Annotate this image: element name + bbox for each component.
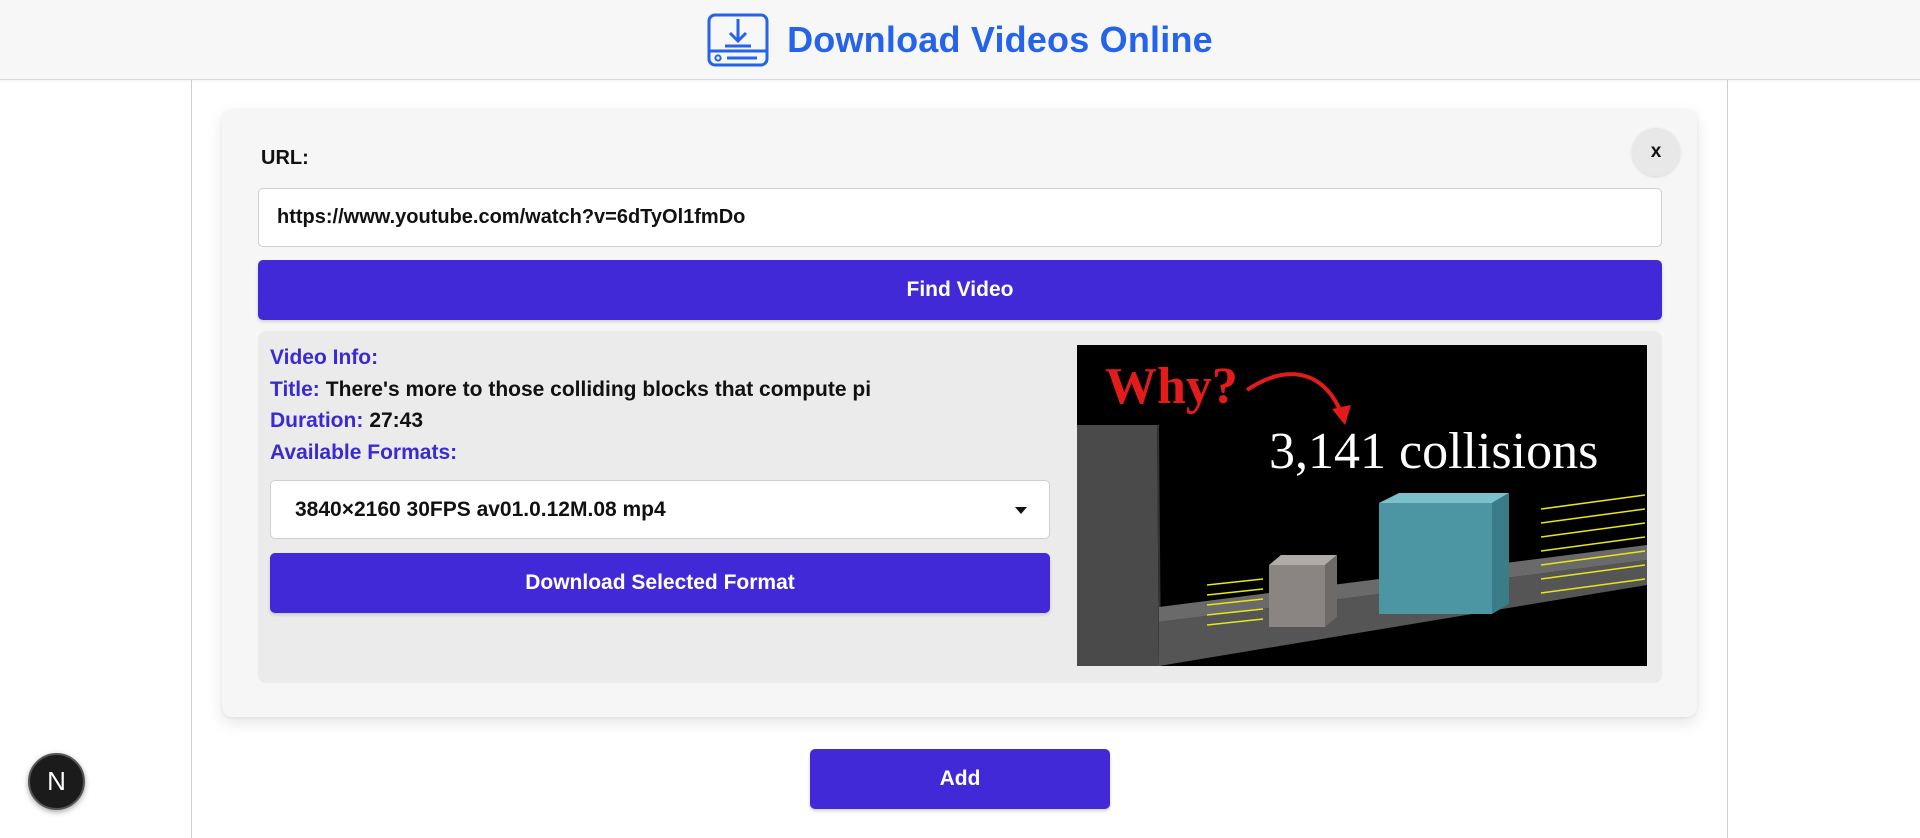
- video-info-heading: Video Info:: [270, 346, 379, 369]
- video-title-row: Title: There's more to those colliding bl…: [270, 378, 871, 402]
- video-info-panel: Video Info: Title: There's more to those …: [258, 331, 1662, 683]
- close-button[interactable]: x: [1632, 128, 1680, 176]
- find-video-button[interactable]: Find Video: [258, 260, 1662, 320]
- duration-row: Duration: 27:43: [270, 409, 423, 433]
- download-tray-icon: [707, 13, 769, 66]
- title-key: Title:: [270, 378, 320, 401]
- add-button[interactable]: Add: [810, 749, 1110, 809]
- selected-format: 3840×2160 30FPS av01.0.12M.08 mp4: [295, 497, 666, 521]
- app-header: Download Videos Online: [0, 0, 1920, 80]
- url-label: URL:: [261, 147, 309, 169]
- formats-heading: Available Formats:: [270, 441, 458, 464]
- format-select[interactable]: 3840×2160 30FPS av01.0.12M.08 mp4: [270, 480, 1050, 539]
- content-border-left: [191, 80, 192, 838]
- chevron-down-icon: [1015, 507, 1027, 514]
- collisions-text: 3,141 collisions: [1269, 423, 1598, 480]
- title-value: There's more to those colliding blocks t…: [325, 378, 872, 401]
- video-thumbnail: Why? 3,141 collisions: [1077, 345, 1647, 666]
- url-input[interactable]: [258, 188, 1662, 247]
- content-border-right: [1727, 80, 1728, 838]
- download-card: x URL: Find Video Video Info: Title:Ther…: [222, 109, 1697, 717]
- duration-value: 27:43: [369, 409, 424, 432]
- page-title: Download Videos Online: [787, 18, 1213, 60]
- why-text: Why?: [1105, 358, 1238, 415]
- dev-tools-badge[interactable]: N: [28, 753, 85, 810]
- download-selected-format-button[interactable]: Download Selected Format: [270, 553, 1050, 613]
- badge-letter: N: [47, 766, 66, 796]
- duration-key: Duration:: [270, 409, 364, 432]
